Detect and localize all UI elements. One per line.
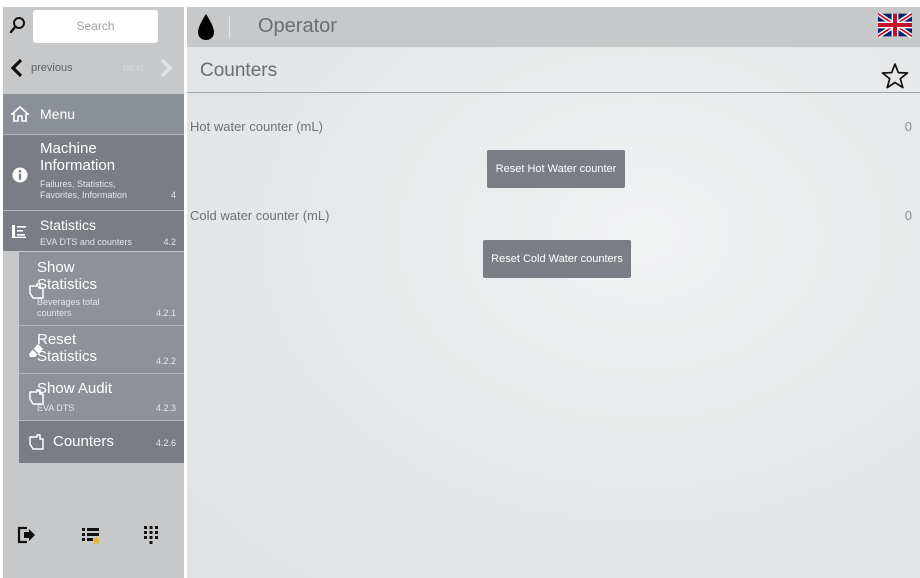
- home-icon: [11, 105, 29, 122]
- menu-number: 4.2.2: [155, 356, 176, 366]
- sidebar-item-menu[interactable]: Menu: [3, 94, 184, 134]
- sidebar-item-label: Show Audit: [37, 380, 113, 397]
- sidebar-item-counters[interactable]: Counters 4.2.6: [19, 421, 184, 463]
- sidebar-item-show-statistics[interactable]: Show Statistics Beverages total counters…: [19, 252, 184, 325]
- chevron-right-icon[interactable]: [158, 58, 174, 78]
- sidebar-item-description: counters: [37, 308, 72, 318]
- cold-water-counter-value: 0: [904, 208, 912, 223]
- cold-water-counter-label: Cold water counter (mL): [190, 208, 330, 223]
- sidebar-item-label: Statistics: [37, 348, 98, 365]
- menu-number: 4.2.3: [155, 403, 176, 413]
- sidebar-item-label: Menu: [40, 106, 76, 122]
- reset-cold-water-button[interactable]: Reset Cold Water counters: [483, 240, 631, 278]
- sidebar-item-show-audit[interactable]: Show Audit EVA DTS 4.2.3: [19, 374, 184, 420]
- star-icon[interactable]: [881, 62, 909, 90]
- menu-number: 4.2.1: [155, 308, 176, 318]
- menu-number: 4.2: [163, 237, 176, 247]
- sidebar-item-label: Reset: [37, 331, 77, 348]
- next-button[interactable]: next: [123, 62, 144, 74]
- divider: [187, 92, 920, 93]
- info-icon: [12, 167, 28, 183]
- sidebar-item-label: Information: [40, 157, 116, 174]
- logout-icon[interactable]: [16, 525, 36, 545]
- sidebar-item-description: Favorites, Information: [40, 190, 128, 200]
- app-frame: Search previous next Menu Machine Inform…: [0, 0, 920, 578]
- sidebar-item-label: Statistics: [40, 217, 97, 233]
- sidebar-item-description: EVA DTS and counters: [40, 237, 132, 247]
- hand-pointer-icon: [29, 434, 44, 450]
- flag-uk-icon[interactable]: [878, 12, 912, 38]
- sidebar: Search previous next Menu Machine Inform…: [3, 7, 184, 578]
- hot-water-counter-label: Hot water counter (mL): [190, 119, 323, 134]
- sidebar-item-description: EVA DTS: [37, 403, 75, 413]
- top-bar: Operator: [187, 7, 920, 47]
- keypad-icon[interactable]: [141, 525, 161, 545]
- menu-number: 4.2.6: [155, 438, 176, 448]
- list-star-icon[interactable]: [81, 525, 101, 545]
- sidebar-item-label: Machine: [40, 140, 97, 157]
- sidebar-item-label: Statistics: [37, 276, 98, 293]
- sidebar-item-statistics[interactable]: Statistics EVA DTS and counters 4.2: [3, 211, 184, 251]
- sidebar-item-reset-statistics[interactable]: Reset Statistics 4.2.2: [19, 326, 184, 373]
- sidebar-toolbar: [3, 517, 184, 557]
- search-bar: Search: [3, 7, 184, 46]
- search-icon[interactable]: [9, 15, 27, 37]
- sidebar-item-description: Failures, Statistics,: [40, 179, 116, 189]
- chevron-left-icon[interactable]: [9, 58, 25, 78]
- previous-button[interactable]: previous: [31, 62, 73, 74]
- statistics-icon: [12, 225, 26, 238]
- reset-hot-water-button[interactable]: Reset Hot Water counter: [487, 150, 625, 188]
- sidebar-item-machine-information[interactable]: Machine Information Failures, Statistics…: [3, 135, 184, 210]
- sidebar-item-description: Beverages total: [37, 297, 100, 307]
- history-navigation: previous next: [3, 51, 184, 87]
- app-title: Operator: [258, 15, 337, 37]
- sidebar-item-label: Show: [37, 259, 75, 276]
- main-panel: Operator Counters Hot water counter (mL)…: [187, 7, 920, 578]
- divider: [229, 16, 230, 38]
- drop-icon: [198, 14, 214, 40]
- sidebar-item-label: Counters: [53, 433, 114, 450]
- page-title: Counters: [200, 60, 278, 81]
- search-input[interactable]: Search: [33, 10, 158, 43]
- hot-water-counter-value: 0: [904, 119, 912, 134]
- menu-number: 4: [170, 190, 176, 200]
